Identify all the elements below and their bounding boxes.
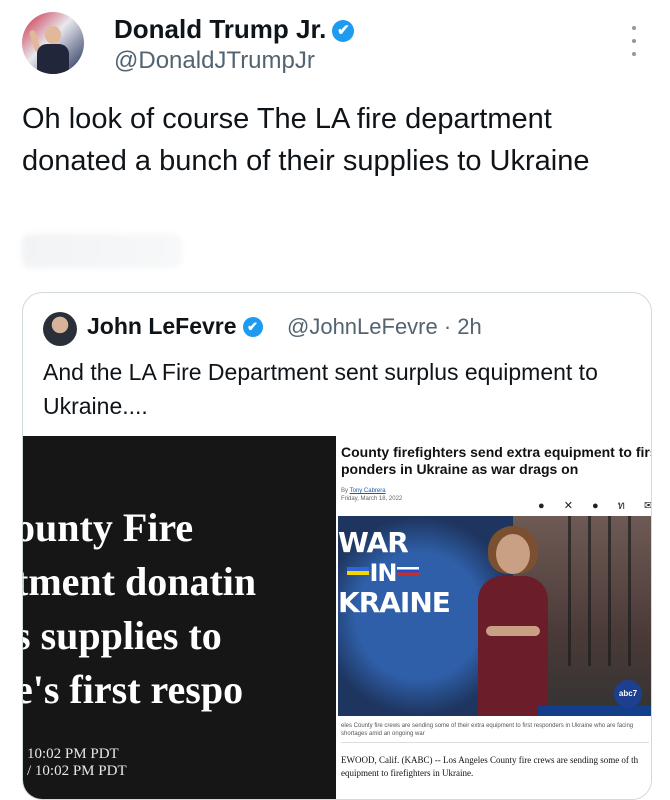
avatar-figure-head [45,26,61,44]
graphic-in-text: IN [369,559,397,587]
video-caption: eles County fire crews are sending some … [341,723,634,737]
left-image-headline: ounty Fire tment donatin s supplies to e… [23,501,336,717]
left-image-timestamps: 10:02 PM PDT / 10:02 PM PDT [27,746,127,780]
left-headline-line: e's first respo [23,667,244,712]
quoted-author-name[interactable]: John LeFevre ✔ [87,313,263,340]
more-dot [632,26,636,30]
blurred-region [22,234,182,268]
graphic-word-in: IN [338,558,428,588]
timestamp-line: 10:02 PM PDT [27,746,119,762]
byline-author: Tony Cabrera [349,488,386,494]
media-image-right[interactable]: County firefighters send extra equipment… [338,436,651,799]
graphic-word-kraine: KRAINE [338,586,451,619]
media-image-left[interactable]: ounty Fire tment donatin s supplies to e… [23,436,336,799]
more-options-icon[interactable] [624,26,644,56]
divider [341,742,649,743]
news-video-frame: WAR IN KRAINE abc7 [338,516,651,716]
article-date: Friday, March 18, 2022 [341,496,403,502]
tweet-text: Oh look of course The LA fire department… [22,103,590,177]
background-bar [588,516,591,666]
background-bar [608,516,611,666]
quoted-tweet-text: And the LA Fire Department sent surplus … [43,359,598,419]
anchor-body [478,576,548,716]
avatar-figure-body [37,44,69,74]
ukraine-flag-icon [347,567,370,575]
anchor-arm [486,626,540,636]
byline-prefix: By [341,488,349,494]
more-dot [632,52,636,56]
left-headline-line: ounty Fire [23,505,194,550]
quoted-author-avatar[interactable] [43,312,77,346]
verified-badge-icon: ✔ [332,20,355,42]
background-bar [568,516,571,666]
article-byline: By Tony Cabrera Friday, March 18, 2022 [341,487,402,503]
lower-third-bar [538,706,651,716]
timestamp-line: / 10:02 PM PDT [27,763,127,779]
quoted-author-name-text[interactable]: John LeFevre [87,313,237,339]
author-name-text[interactable]: Donald Trump Jr. [114,14,326,44]
background-bar [628,516,631,666]
russia-flag-icon [396,567,419,575]
share-icons: ● ✕ ● ท ✉ [538,500,651,512]
abc7-logo: abc7 [614,680,642,708]
author-avatar[interactable] [22,12,84,74]
verified-badge-icon: ✔ [242,317,263,337]
left-headline-line: s supplies to [23,613,222,658]
graphic-word-war: WAR [338,526,409,559]
article-headline: County firefighters send extra equipment… [341,444,651,477]
quoted-tweet-card[interactable]: John LeFevre ✔ @JohnLeFevre · 2h And the … [22,292,652,800]
author-display-name[interactable]: Donald Trump Jr. ✔ [114,14,355,45]
more-dot [632,39,636,43]
left-headline-line: tment donatin [23,559,257,604]
war-in-ukraine-graphic: WAR IN KRAINE [338,526,451,619]
article-body: EWOOD, Calif. (KABC) -- Los Angeles Coun… [341,755,639,778]
anchor-head [496,534,530,574]
author-handle[interactable]: @DonaldJTrumpJr [114,47,315,75]
quoted-handle-time[interactable]: @JohnLeFevre · 2h [287,314,482,340]
